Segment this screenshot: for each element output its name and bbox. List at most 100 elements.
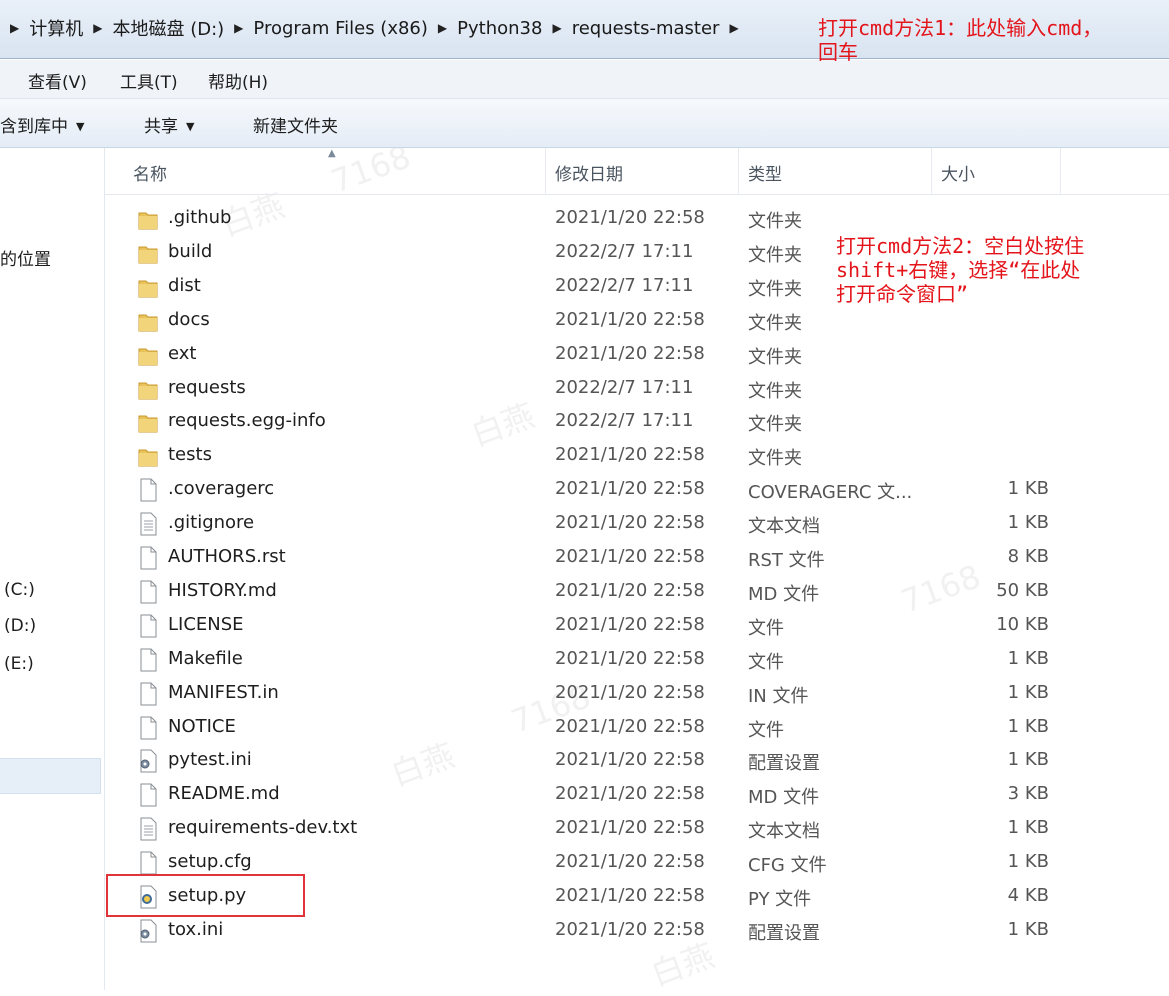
file-row[interactable]: requirements-dev.txt 2021/1/20 22:58 文本文档 1… xyxy=(105,812,1169,846)
file-row[interactable]: tests 2021/1/20 22:58 文件夹 xyxy=(105,439,1169,473)
breadcrumb-dropdown[interactable]: ▶ xyxy=(719,21,748,35)
file-row[interactable]: Makefile 2021/1/20 22:58 文件 1 KB xyxy=(105,643,1169,677)
folder-icon xyxy=(137,377,159,401)
file-size: 3 KB xyxy=(1007,783,1049,805)
column-header-size[interactable]: 大小 xyxy=(941,160,975,185)
file-name: .gitignore xyxy=(168,512,255,534)
file-name: pytest.ini xyxy=(168,749,252,771)
chevron-right-icon: ▶ xyxy=(93,21,103,35)
menu-help[interactable]: 帮助(H) xyxy=(208,68,268,93)
file-row[interactable]: LICENSE 2021/1/20 22:58 文件 10 KB xyxy=(105,609,1169,643)
file-date: 2021/1/20 22:58 xyxy=(555,851,705,873)
file-name: setup.cfg xyxy=(168,851,252,873)
file-name: .github xyxy=(168,207,232,228)
file-icon xyxy=(137,716,159,740)
file-date: 2021/1/20 22:58 xyxy=(555,342,705,364)
file-type: RST 文件 xyxy=(748,550,825,571)
annotation-text: 打开cmd方法2：空白处按住 xyxy=(836,234,1085,258)
file-row[interactable]: pytest.ini 2021/1/20 22:58 配置设置 1 KB xyxy=(105,744,1169,778)
file-icon xyxy=(137,580,159,604)
file-icon xyxy=(137,682,159,706)
file-row[interactable]: tox.ini 2021/1/20 22:58 配置设置 1 KB xyxy=(105,914,1169,948)
file-name: requirements-dev.txt xyxy=(168,817,358,839)
column-divider[interactable] xyxy=(738,148,739,194)
folder-icon xyxy=(137,343,159,367)
column-divider[interactable] xyxy=(931,148,932,194)
toolbar: 含到库中 ▼ 共享 ▼ 新建文件夹 xyxy=(0,99,1169,148)
column-header-type[interactable]: 类型 xyxy=(748,160,782,185)
include-in-library-button[interactable]: 含到库中 ▼ xyxy=(0,112,84,137)
file-row[interactable]: MANIFEST.in 2021/1/20 22:58 IN 文件 1 KB xyxy=(105,677,1169,711)
dropdown-arrow-icon: ▼ xyxy=(186,120,195,133)
chevron-right-icon: ▶ xyxy=(552,21,562,35)
file-row[interactable]: README.md 2021/1/20 22:58 MD 文件 3 KB xyxy=(105,778,1169,812)
file-row[interactable]: HISTORY.md 2021/1/20 22:58 MD 文件 50 KB xyxy=(105,575,1169,609)
folder-icon xyxy=(137,444,159,468)
file-size: 1 KB xyxy=(1007,512,1049,534)
breadcrumb-item[interactable]: ▶ requests-master xyxy=(542,18,719,39)
new-folder-button[interactable]: 新建文件夹 xyxy=(253,112,338,137)
file-row[interactable]: ext 2021/1/20 22:58 文件夹 xyxy=(105,338,1169,372)
text-file-icon xyxy=(137,817,159,841)
file-date: 2021/1/20 22:58 xyxy=(555,681,705,703)
file-type: 文件 xyxy=(748,617,784,639)
file-row[interactable]: .gitignore 2021/1/20 22:58 文本文档 1 KB xyxy=(105,507,1169,541)
file-type: 文件夹 xyxy=(748,414,802,436)
highlight-box-setup-py xyxy=(106,874,305,917)
settings-file-icon xyxy=(137,749,159,773)
folder-icon xyxy=(137,410,159,434)
file-row[interactable]: NOTICE 2021/1/20 22:58 文件 1 KB xyxy=(105,711,1169,745)
file-size: 1 KB xyxy=(1007,918,1049,940)
breadcrumb-item[interactable]: ▶ 本地磁盘 (D:) xyxy=(83,15,224,41)
file-date: 2021/1/20 22:58 xyxy=(555,207,705,228)
folder-icon xyxy=(137,241,159,265)
file-date: 2021/1/20 22:58 xyxy=(555,308,705,330)
file-row[interactable]: AUTHORS.rst 2021/1/20 22:58 RST 文件 8 KB xyxy=(105,541,1169,575)
file-name: AUTHORS.rst xyxy=(168,546,286,567)
annotation-method1: 打开cmd方法1：此处输入cmd， 回车 xyxy=(818,16,1102,64)
file-name: MANIFEST.in xyxy=(168,681,279,703)
file-name: NOTICE xyxy=(168,715,236,737)
file-date: 2021/1/20 22:58 xyxy=(555,715,705,737)
column-divider[interactable] xyxy=(1060,148,1061,194)
file-icon xyxy=(137,851,159,875)
file-size: 1 KB xyxy=(1007,478,1049,500)
breadcrumb-item[interactable]: ▶ 计算机 xyxy=(0,15,83,41)
file-size: 1 KB xyxy=(1007,851,1049,873)
file-row[interactable]: docs 2021/1/20 22:58 文件夹 xyxy=(105,304,1169,338)
file-row[interactable]: .github 2021/1/20 22:58 文件夹 xyxy=(105,202,1169,236)
file-row[interactable]: requests 2022/2/7 17:11 文件夹 xyxy=(105,372,1169,406)
chevron-right-icon: ▶ xyxy=(437,21,448,35)
nav-recent-places[interactable]: 的位置 xyxy=(0,245,51,270)
file-date: 2021/1/20 22:58 xyxy=(555,647,705,669)
column-header-date[interactable]: 修改日期 xyxy=(555,160,623,185)
file-date: 2021/1/20 22:58 xyxy=(555,613,705,635)
file-type: 配置设置 xyxy=(748,753,820,775)
share-button[interactable]: 共享 ▼ xyxy=(144,112,194,137)
menu-view[interactable]: 查看(V) xyxy=(28,68,87,93)
file-size: 4 KB xyxy=(1007,885,1049,906)
nav-drive-c[interactable]: (C:) xyxy=(4,580,35,600)
nav-drive-e[interactable]: (E:) xyxy=(4,654,34,674)
file-date: 2021/1/20 22:58 xyxy=(555,749,705,771)
breadcrumb-item[interactable]: ▶ Program Files (x86) xyxy=(224,18,428,39)
file-type: MD 文件 xyxy=(748,583,820,605)
menu-tools[interactable]: 工具(T) xyxy=(120,68,178,93)
column-header-name[interactable]: 名称 xyxy=(133,160,167,185)
nav-drive-d[interactable]: (D:) xyxy=(4,616,36,636)
file-icon xyxy=(137,783,159,807)
file-date: 2022/2/7 17:11 xyxy=(555,410,694,432)
breadcrumb-item[interactable]: ▶ Python38 xyxy=(428,18,543,39)
file-size: 50 KB xyxy=(996,579,1049,601)
column-divider[interactable] xyxy=(545,148,546,194)
file-date: 2021/1/20 22:58 xyxy=(555,444,705,466)
file-date: 2022/2/7 17:11 xyxy=(555,240,694,262)
file-type: IN 文件 xyxy=(748,685,809,707)
file-name: dist xyxy=(168,274,201,296)
file-row[interactable]: .coveragerc 2021/1/20 22:58 COVERAGERC 文..… xyxy=(105,473,1169,507)
file-type: 文件夹 xyxy=(748,448,802,470)
file-size: 10 KB xyxy=(996,613,1049,635)
file-row[interactable]: requests.egg-info 2022/2/7 17:11 文件夹 xyxy=(105,405,1169,439)
file-type: 文件夹 xyxy=(748,278,802,300)
chevron-right-icon: ▶ xyxy=(729,21,739,35)
